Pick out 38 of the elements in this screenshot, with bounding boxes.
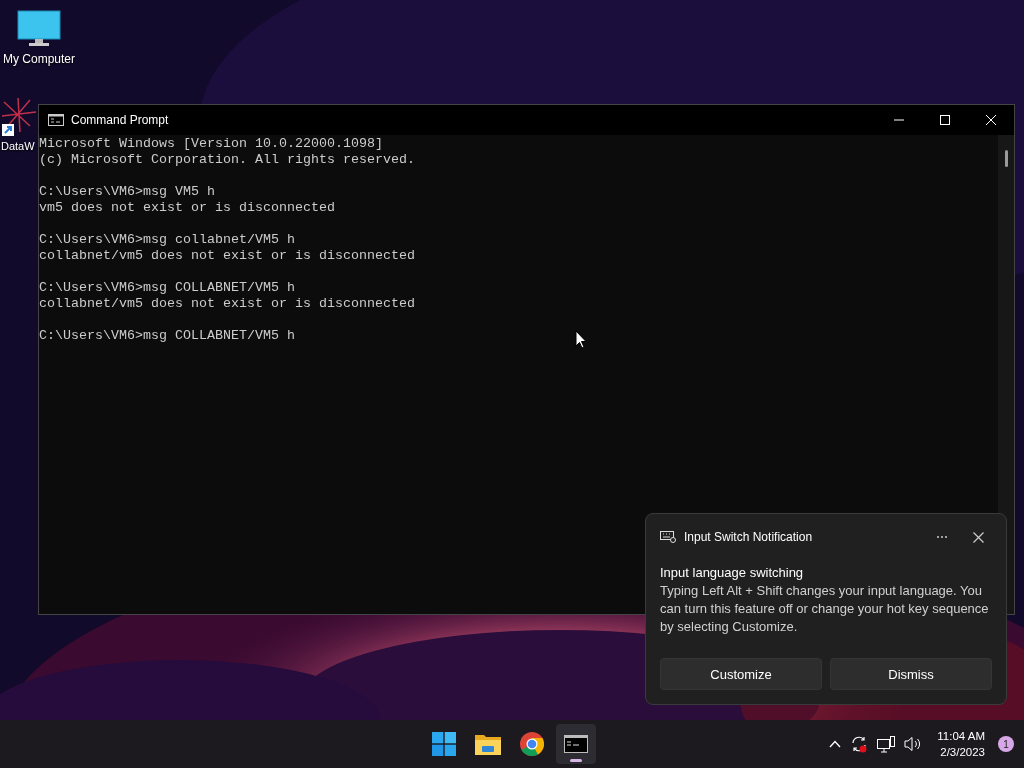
desktop-icon-label[interactable]: DataW bbox=[1, 140, 35, 152]
console-line: C:\Users\VM6>msg collabnet/VM5 h bbox=[39, 232, 295, 248]
clock-time[interactable]: 11:04 AM bbox=[937, 728, 985, 744]
taskbar-app-button[interactable] bbox=[556, 724, 596, 764]
browser-icon bbox=[520, 732, 544, 756]
console-line: collabnet/vm5 does not exist or is disconnected bbox=[39, 248, 415, 264]
notification-badge[interactable]: 1 bbox=[998, 736, 1014, 752]
computer-icon[interactable] bbox=[17, 10, 61, 48]
notification-text: Typing Left Alt + Shift changes your input language. You can turn this feature off or change your hot key sequence by selecting Customize. bbox=[660, 582, 990, 636]
chevron-up-icon[interactable] bbox=[829, 740, 842, 748]
clock-date[interactable]: 2/3/2023 bbox=[940, 744, 985, 760]
close-icon bbox=[972, 531, 984, 543]
console-line: collabnet/vm5 does not exist or is disconnected bbox=[39, 296, 415, 312]
console-icon bbox=[564, 735, 588, 753]
console-line: C:\Users\VM6>msg COLLABNET/VM5 h bbox=[39, 328, 295, 344]
notification-heading: Input language switching bbox=[660, 564, 805, 582]
maximize-icon bbox=[940, 115, 950, 125]
sync-icon[interactable] bbox=[850, 735, 869, 753]
volume-icon[interactable] bbox=[904, 736, 923, 752]
console-line: (c) Microsoft Corporation. All rights reserved. bbox=[39, 152, 415, 168]
console-icon bbox=[48, 114, 64, 126]
notification-app-name: Input Switch Notification bbox=[684, 530, 814, 544]
keyboard-icon bbox=[660, 531, 676, 543]
console-line: vm5 does not exist or is disconnected bbox=[39, 200, 335, 216]
more-icon bbox=[936, 535, 948, 539]
window-title: Command Prompt bbox=[71, 113, 169, 127]
scrollbar-thumb[interactable] bbox=[1004, 150, 1008, 167]
close-icon bbox=[986, 115, 996, 125]
notification-button[interactable]: Customize bbox=[660, 658, 822, 690]
notification-button[interactable]: Dismiss bbox=[830, 658, 992, 690]
desktop-icon-label[interactable]: My Computer bbox=[3, 52, 75, 66]
console-line: Microsoft Windows [Version 10.0.22000.1098] bbox=[39, 136, 383, 152]
console-line: C:\Users\VM6>msg COLLABNET/VM5 h bbox=[39, 280, 295, 296]
network-icon[interactable] bbox=[877, 735, 896, 753]
windows-logo-icon bbox=[432, 732, 456, 756]
cursor-icon bbox=[575, 330, 587, 349]
console-line: C:\Users\VM6>msg VM5 h bbox=[39, 184, 215, 200]
folder-icon bbox=[475, 733, 501, 755]
